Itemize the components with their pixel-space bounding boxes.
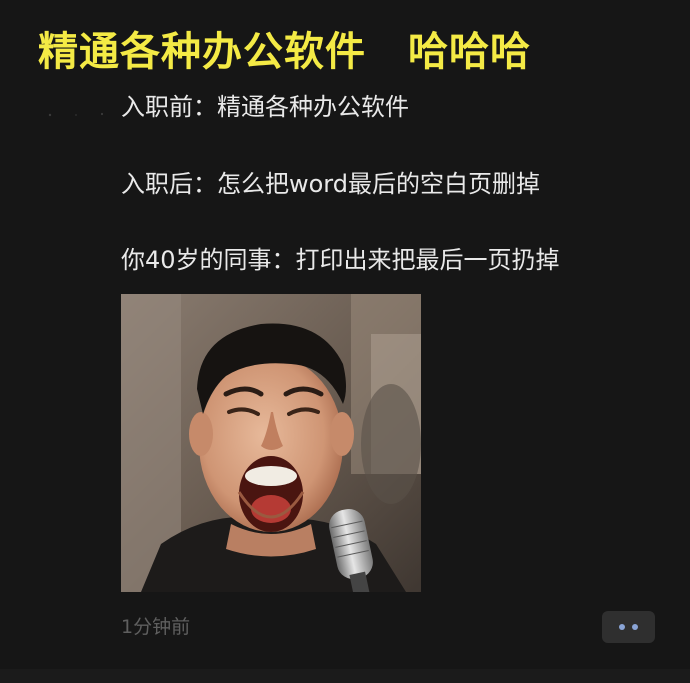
meme-image[interactable] [121, 294, 421, 592]
headline: 精通各种办公软件 哈哈哈 [38, 16, 531, 80]
post-line-coworker: 你40岁的同事：打印出来把最后一页扔掉 [121, 246, 560, 274]
decorative-speck [48, 112, 104, 117]
more-dots-icon [632, 624, 638, 630]
post-line-after-job: 入职后：怎么把word最后的空白页删掉 [121, 170, 540, 198]
headline-title: 精通各种办公软件 [38, 29, 366, 75]
more-dots-icon [619, 624, 625, 630]
post-timestamp: 1分钟前 [121, 616, 191, 638]
headline-laugh: 哈哈哈 [408, 29, 531, 75]
screaming-man-meme-icon [121, 294, 421, 592]
more-options-button[interactable] [602, 611, 655, 643]
bottom-divider [0, 669, 690, 683]
post-line-before-job: 入职前：精通各种办公软件 [121, 93, 409, 121]
